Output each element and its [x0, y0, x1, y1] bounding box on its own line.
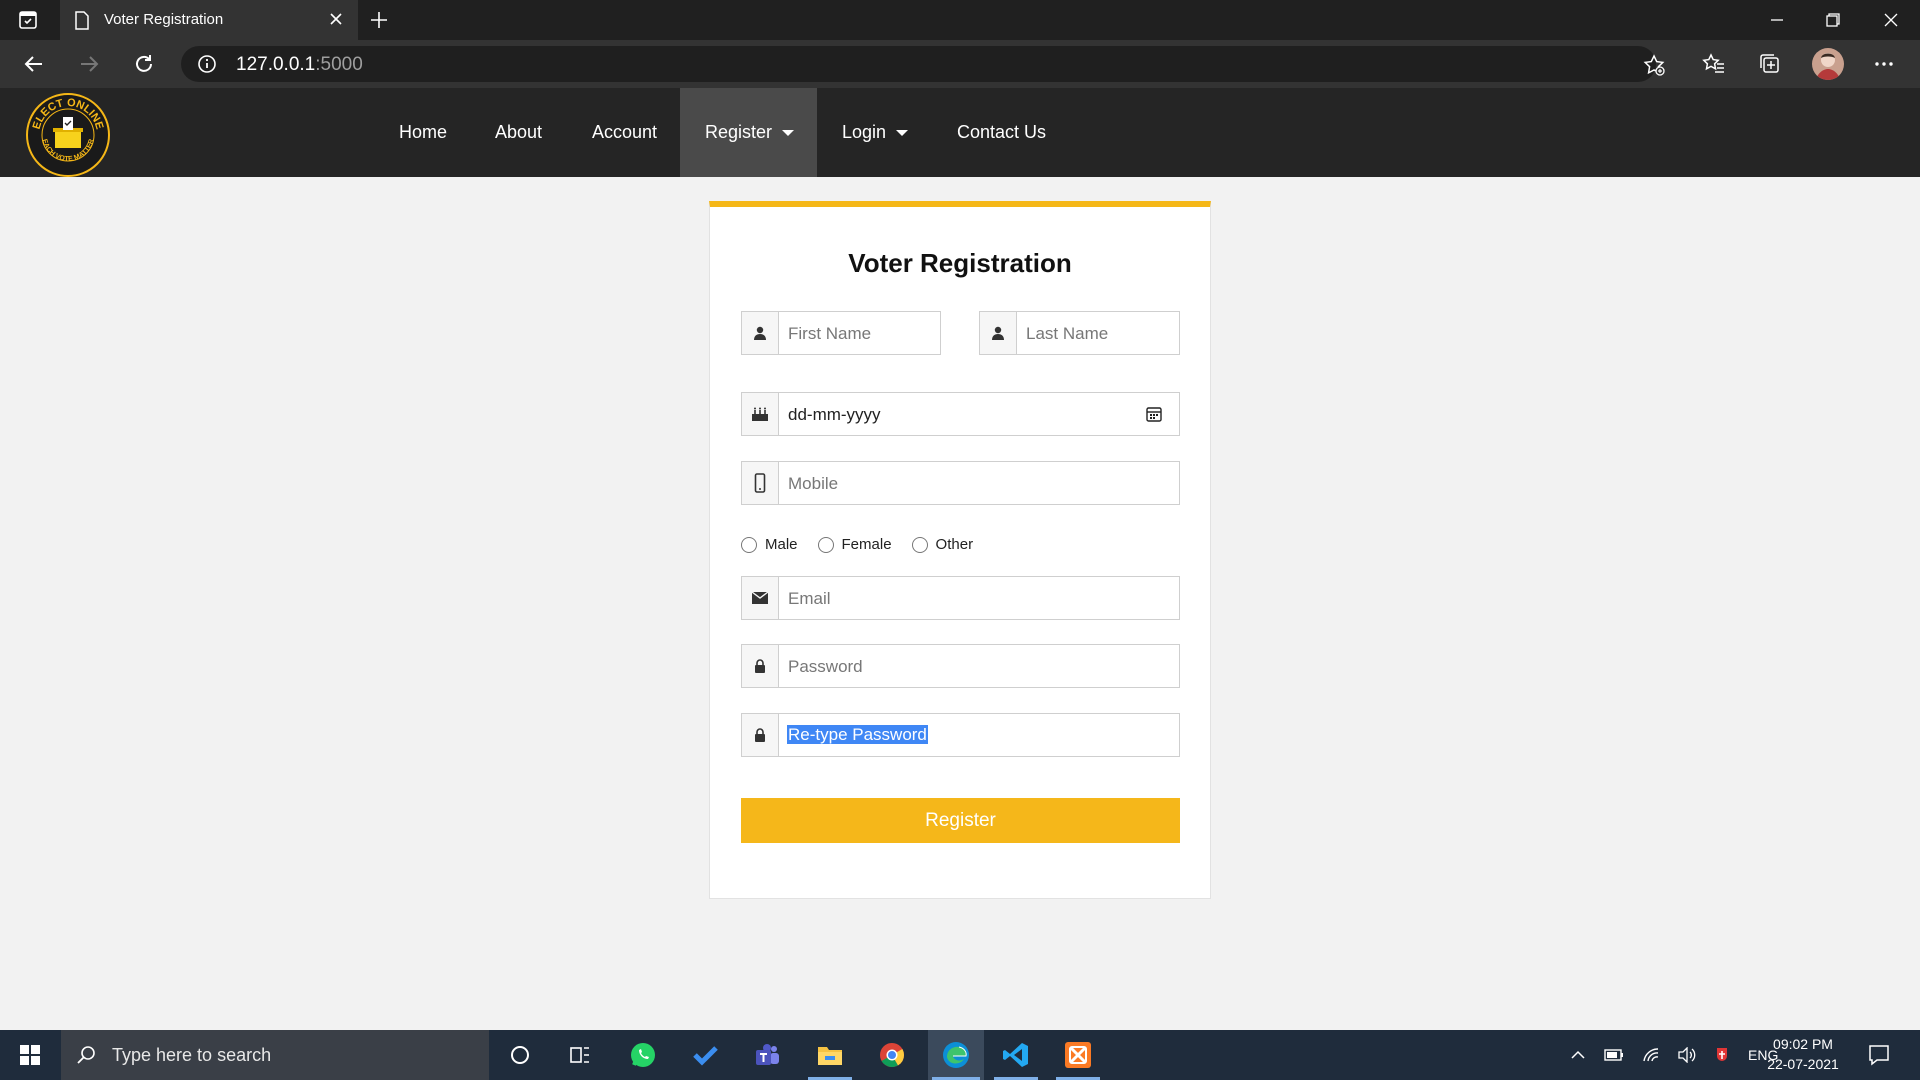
gender-male-label: Male	[765, 536, 798, 553]
nav-home[interactable]: Home	[374, 88, 472, 177]
gender-female-radio[interactable]	[817, 536, 834, 553]
windows-start-icon[interactable]	[4, 1030, 56, 1080]
restore-icon[interactable]	[1804, 0, 1862, 40]
wifi-icon[interactable]	[1642, 1047, 1660, 1063]
selected-text: Re-type Password	[787, 725, 928, 744]
show-hidden-icons-chevron-icon[interactable]	[1570, 1047, 1586, 1063]
site-logo[interactable]: ELECT ONLINE EACH VOTE MATTER	[25, 92, 111, 178]
whatsapp-icon[interactable]	[617, 1030, 669, 1080]
edge-icon[interactable]	[928, 1030, 984, 1080]
refresh-icon[interactable]	[132, 52, 156, 76]
page-icon	[74, 11, 90, 30]
site-info-icon[interactable]	[197, 54, 217, 74]
password-field[interactable]: Password	[741, 644, 1180, 688]
system-tray: ENG	[1570, 1030, 1778, 1080]
gender-female-label: Female	[841, 536, 892, 553]
clock[interactable]: 09:02 PM 22-07-2021	[1758, 1034, 1848, 1074]
file-explorer-icon[interactable]	[804, 1030, 856, 1080]
url-text[interactable]: 127.0.0.1:5000	[236, 54, 363, 76]
retype-password-input[interactable]: Re-type Password	[787, 725, 928, 745]
taskbar-search-box[interactable]: Type here to search	[61, 1030, 489, 1080]
retype-password-field[interactable]: Re-type Password	[741, 713, 1180, 757]
dob-field[interactable]: dd-mm-yyyy	[741, 392, 1180, 436]
lock-icon	[742, 645, 779, 687]
dob-input[interactable]: dd-mm-yyyy	[788, 405, 881, 425]
email-field[interactable]: Email	[741, 576, 1180, 620]
browser-toolbar: 127.0.0.1:5000	[0, 40, 1920, 88]
password-input[interactable]: Password	[788, 657, 863, 677]
first-name-input[interactable]: First Name	[788, 324, 871, 344]
nav-about[interactable]: About	[470, 88, 567, 177]
register-button[interactable]: Register	[741, 798, 1180, 843]
nav-account[interactable]: Account	[567, 88, 682, 177]
birthday-cake-icon	[742, 393, 779, 435]
first-name-field[interactable]: First Name	[741, 311, 941, 355]
volume-icon[interactable]	[1678, 1047, 1696, 1063]
forward-icon[interactable]	[77, 52, 101, 76]
gender-other-label: Other	[935, 536, 974, 553]
mobile-input[interactable]: Mobile	[788, 474, 838, 494]
gender-radio-group: Male Female Other	[741, 536, 993, 553]
browser-tab[interactable]: Voter Registration	[60, 0, 358, 40]
battery-icon[interactable]	[1604, 1048, 1624, 1062]
favorites-icon[interactable]	[1702, 52, 1726, 76]
back-icon[interactable]	[22, 52, 46, 76]
last-name-input[interactable]: Last Name	[1026, 324, 1108, 344]
envelope-icon	[742, 577, 779, 619]
add-favorite-icon[interactable]	[1643, 54, 1665, 76]
site-navbar: ELECT ONLINE EACH VOTE MATTER Home About…	[0, 88, 1920, 177]
minimize-icon[interactable]	[1748, 0, 1806, 40]
email-input[interactable]: Email	[788, 589, 831, 609]
search-icon	[76, 1045, 96, 1065]
notifications-icon[interactable]	[1868, 1044, 1890, 1066]
browser-titlebar: Voter Registration	[0, 0, 1920, 40]
mobile-field[interactable]: Mobile	[741, 461, 1180, 505]
antivirus-icon[interactable]	[1714, 1047, 1730, 1063]
clock-date: 22-07-2021	[1767, 1056, 1839, 1072]
teams-icon[interactable]	[741, 1030, 793, 1080]
gender-other-radio[interactable]	[911, 536, 928, 553]
search-placeholder: Type here to search	[112, 1044, 272, 1065]
calendar-icon[interactable]	[1145, 405, 1163, 423]
lock-icon	[742, 714, 779, 756]
chrome-icon[interactable]	[866, 1030, 918, 1080]
cortana-icon[interactable]	[494, 1030, 546, 1080]
todo-icon[interactable]	[679, 1030, 731, 1080]
tab-title: Voter Registration	[104, 11, 224, 28]
new-tab-icon[interactable]	[369, 10, 389, 30]
nav-register[interactable]: Register	[680, 88, 817, 177]
chevron-down-icon	[782, 129, 795, 136]
xampp-icon[interactable]	[1052, 1030, 1104, 1080]
user-icon	[980, 312, 1017, 354]
close-tab-icon[interactable]	[328, 11, 344, 27]
page-title: Voter Registration	[848, 248, 1072, 278]
mobile-phone-icon	[742, 462, 779, 504]
last-name-field[interactable]: Last Name	[979, 311, 1180, 355]
windows-taskbar: Type here to search ENG 09:02 PM 22-07-2…	[0, 1030, 1920, 1080]
profile-avatar[interactable]	[1812, 48, 1844, 80]
tab-actions-icon[interactable]	[18, 10, 38, 30]
clock-time: 09:02 PM	[1773, 1036, 1833, 1052]
task-view-icon[interactable]	[554, 1030, 606, 1080]
gender-male-radio[interactable]	[741, 536, 757, 553]
nav-login[interactable]: Login	[817, 88, 933, 177]
address-bar[interactable]: 127.0.0.1:5000	[181, 46, 1665, 82]
nav-contact-us[interactable]: Contact Us	[932, 88, 1071, 177]
close-window-icon[interactable]	[1862, 0, 1920, 40]
user-icon	[742, 312, 779, 354]
more-options-icon[interactable]	[1872, 52, 1896, 76]
registration-card: Voter Registration First Name Last Name …	[709, 201, 1211, 899]
collections-icon[interactable]	[1758, 52, 1782, 76]
chevron-down-icon	[896, 129, 909, 136]
vscode-icon[interactable]	[990, 1030, 1042, 1080]
